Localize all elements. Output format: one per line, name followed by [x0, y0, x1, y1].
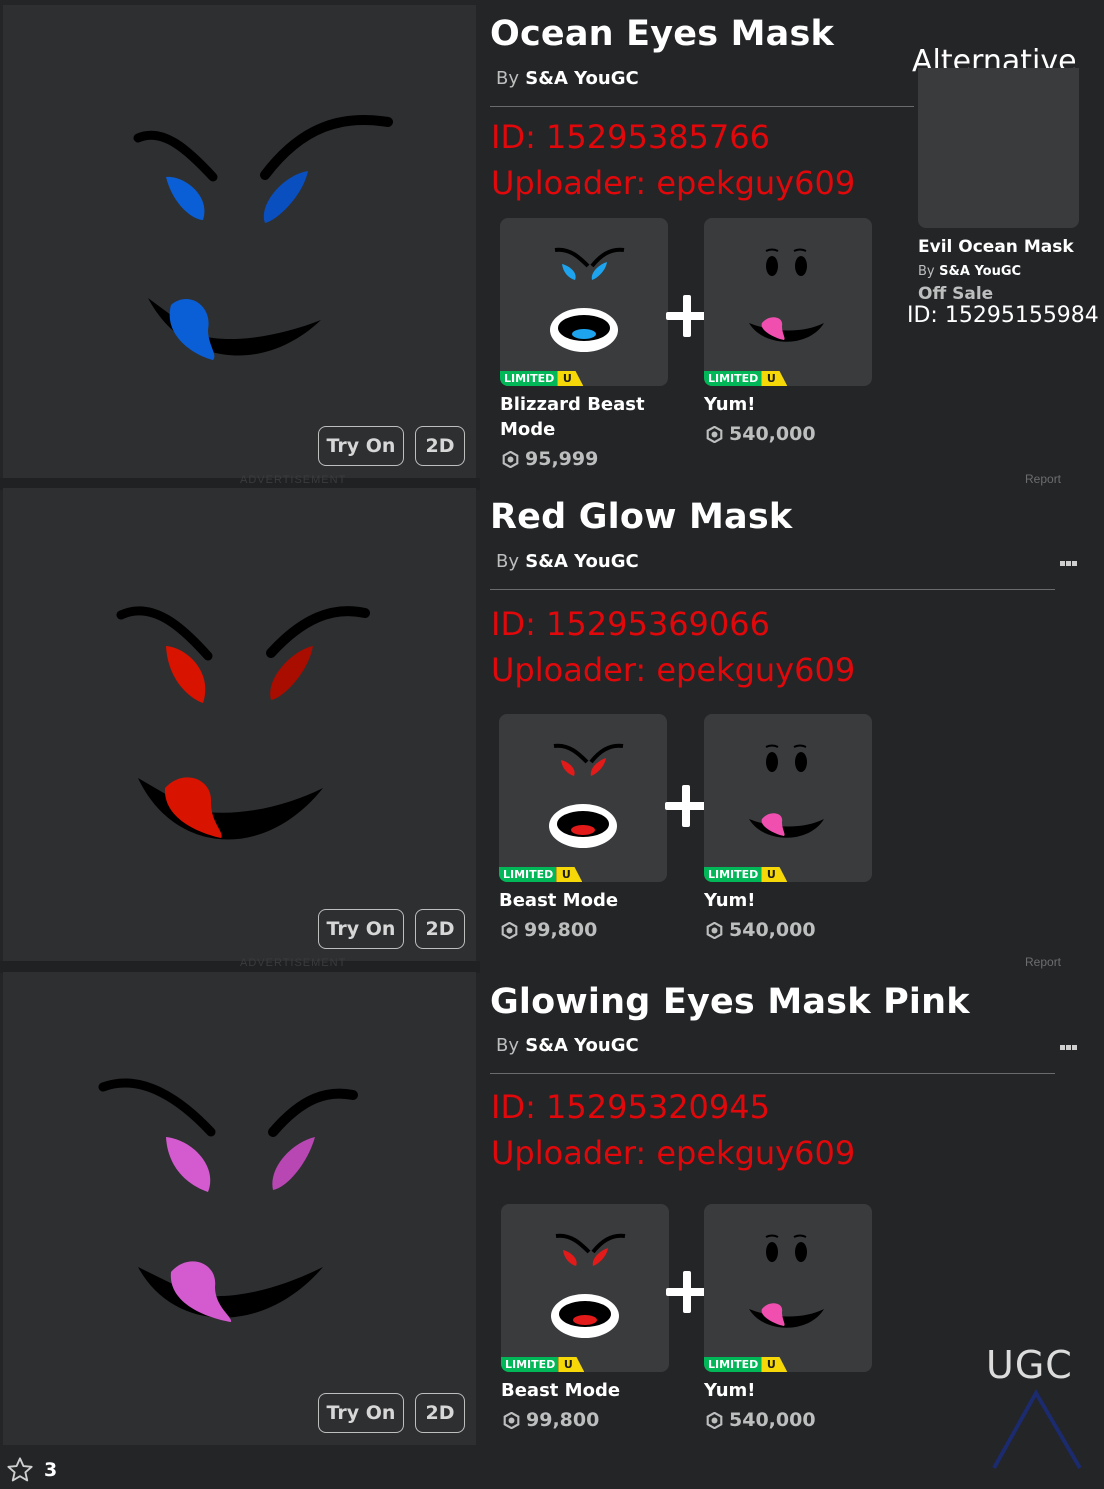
item-preview-2: Try On 2D	[3, 488, 476, 961]
component-price: 99,800	[503, 1409, 599, 1431]
ugc-watermark: UGC	[986, 1343, 1086, 1473]
robux-icon	[706, 425, 723, 443]
plus-icon	[666, 1271, 708, 1313]
uploader-annotation: Uploader: epekguy609	[491, 164, 856, 202]
mask-preview-image	[133, 115, 393, 360]
limited-u-badge: LIMITED U	[704, 867, 788, 882]
mask-preview-image	[98, 1078, 358, 1322]
component-price: 95,999	[502, 448, 598, 470]
yum-face-thumbnail	[749, 744, 824, 838]
ugc-logo-chevron-icon	[992, 1388, 1082, 1470]
creator-link[interactable]: S&A YouGC	[525, 551, 638, 572]
beast-face-thumbnail	[549, 743, 624, 848]
item-id-annotation: ID: 15295369066	[491, 605, 770, 643]
creator-link[interactable]: S&A YouGC	[525, 68, 638, 89]
item-preview-3: Try On 2D	[3, 972, 476, 1445]
component-name[interactable]: Blizzard Beast Mode	[500, 392, 670, 442]
component-name[interactable]: Yum!	[704, 392, 874, 417]
2d-button[interactable]: 2D	[415, 1393, 465, 1433]
report-link[interactable]: Report	[1025, 472, 1061, 486]
item-title: Red Glow Mask	[490, 497, 793, 537]
plus-icon	[666, 295, 708, 337]
component-card-yum[interactable]: LIMITED U	[704, 714, 872, 882]
2d-button[interactable]: 2D	[415, 909, 465, 949]
try-on-button[interactable]: Try On	[318, 1393, 404, 1433]
advertisement-label: ADVERTISEMENT	[240, 957, 347, 969]
by-label: By	[496, 68, 520, 89]
component-price: 540,000	[706, 1409, 816, 1431]
advertisement-label: ADVERTISEMENT	[240, 474, 347, 486]
component-card-beast-mode[interactable]: LIMITED U	[501, 1204, 669, 1372]
creator-link[interactable]: S&A YouGC	[525, 1035, 638, 1056]
component-name[interactable]: Beast Mode	[501, 1378, 671, 1403]
item-title: Ocean Eyes Mask	[490, 14, 834, 54]
component-card-beast-mode[interactable]: LIMITED U	[499, 714, 667, 882]
creator-byline: By S&A YouGC	[496, 1035, 639, 1056]
item-title: Glowing Eyes Mask Pink	[490, 982, 970, 1022]
limited-u-badge: LIMITED U	[704, 371, 788, 386]
try-on-button[interactable]: Try On	[318, 426, 404, 466]
plus-icon	[665, 785, 707, 827]
divider	[490, 1073, 1055, 1074]
limited-u-badge: LIMITED U	[500, 371, 584, 386]
uploader-annotation: Uploader: epekguy609	[491, 651, 856, 689]
beast-face-thumbnail	[550, 247, 625, 352]
divider	[490, 589, 1055, 590]
component-card-blizzard-beast-mode[interactable]: LIMITED U	[500, 218, 668, 386]
robux-icon	[502, 450, 519, 468]
alternative-byline: By S&A YouGC	[918, 264, 1022, 279]
divider	[490, 106, 914, 107]
limited-u-badge: LIMITED U	[499, 867, 583, 882]
beast-face-thumbnail	[551, 1233, 626, 1338]
2d-button[interactable]: 2D	[415, 426, 465, 466]
alternative-creator[interactable]: S&A YouGC	[939, 264, 1021, 279]
robux-icon	[503, 1411, 520, 1429]
creator-byline: By S&A YouGC	[496, 551, 639, 572]
try-on-button[interactable]: Try On	[318, 909, 404, 949]
item-id-annotation: ID: 15295320945	[491, 1088, 770, 1126]
favorite-control[interactable]: 3	[6, 1456, 57, 1484]
more-options-button[interactable]	[1060, 1041, 1078, 1053]
component-name[interactable]: Yum!	[704, 888, 874, 913]
limited-u-badge: LIMITED U	[704, 1357, 788, 1372]
alternative-id-annotation: ID: 15295155984	[907, 303, 1099, 328]
component-price: 540,000	[706, 423, 816, 445]
component-name[interactable]: Beast Mode	[499, 888, 669, 913]
component-price: 540,000	[706, 919, 816, 941]
component-name[interactable]: Yum!	[704, 1378, 874, 1403]
robux-icon	[706, 921, 723, 939]
component-card-yum[interactable]: LIMITED U	[704, 1204, 872, 1372]
robux-icon	[501, 921, 518, 939]
alternative-item-name[interactable]: Evil Ocean Mask	[918, 237, 1074, 257]
more-options-button[interactable]	[1060, 557, 1078, 569]
report-link[interactable]: Report	[1025, 955, 1061, 969]
uploader-annotation: Uploader: epekguy609	[491, 1134, 856, 1172]
component-card-yum[interactable]: LIMITED U	[704, 218, 872, 386]
component-price: 99,800	[501, 919, 597, 941]
alternative-thumbnail[interactable]	[918, 68, 1079, 228]
creator-byline: By S&A YouGC	[496, 68, 639, 89]
limited-u-badge: LIMITED U	[501, 1357, 585, 1372]
favorite-count: 3	[44, 1459, 58, 1481]
yum-face-thumbnail	[749, 1234, 824, 1328]
ugc-logo-text: UGC	[986, 1343, 1073, 1387]
star-icon[interactable]	[6, 1456, 34, 1484]
item-id-annotation: ID: 15295385766	[491, 118, 770, 156]
yum-face-thumbnail	[749, 248, 824, 342]
off-sale-status: Off Sale	[918, 284, 994, 304]
robux-icon	[706, 1411, 723, 1429]
mask-preview-image	[116, 606, 370, 840]
item-preview-1: Try On 2D	[3, 5, 476, 478]
